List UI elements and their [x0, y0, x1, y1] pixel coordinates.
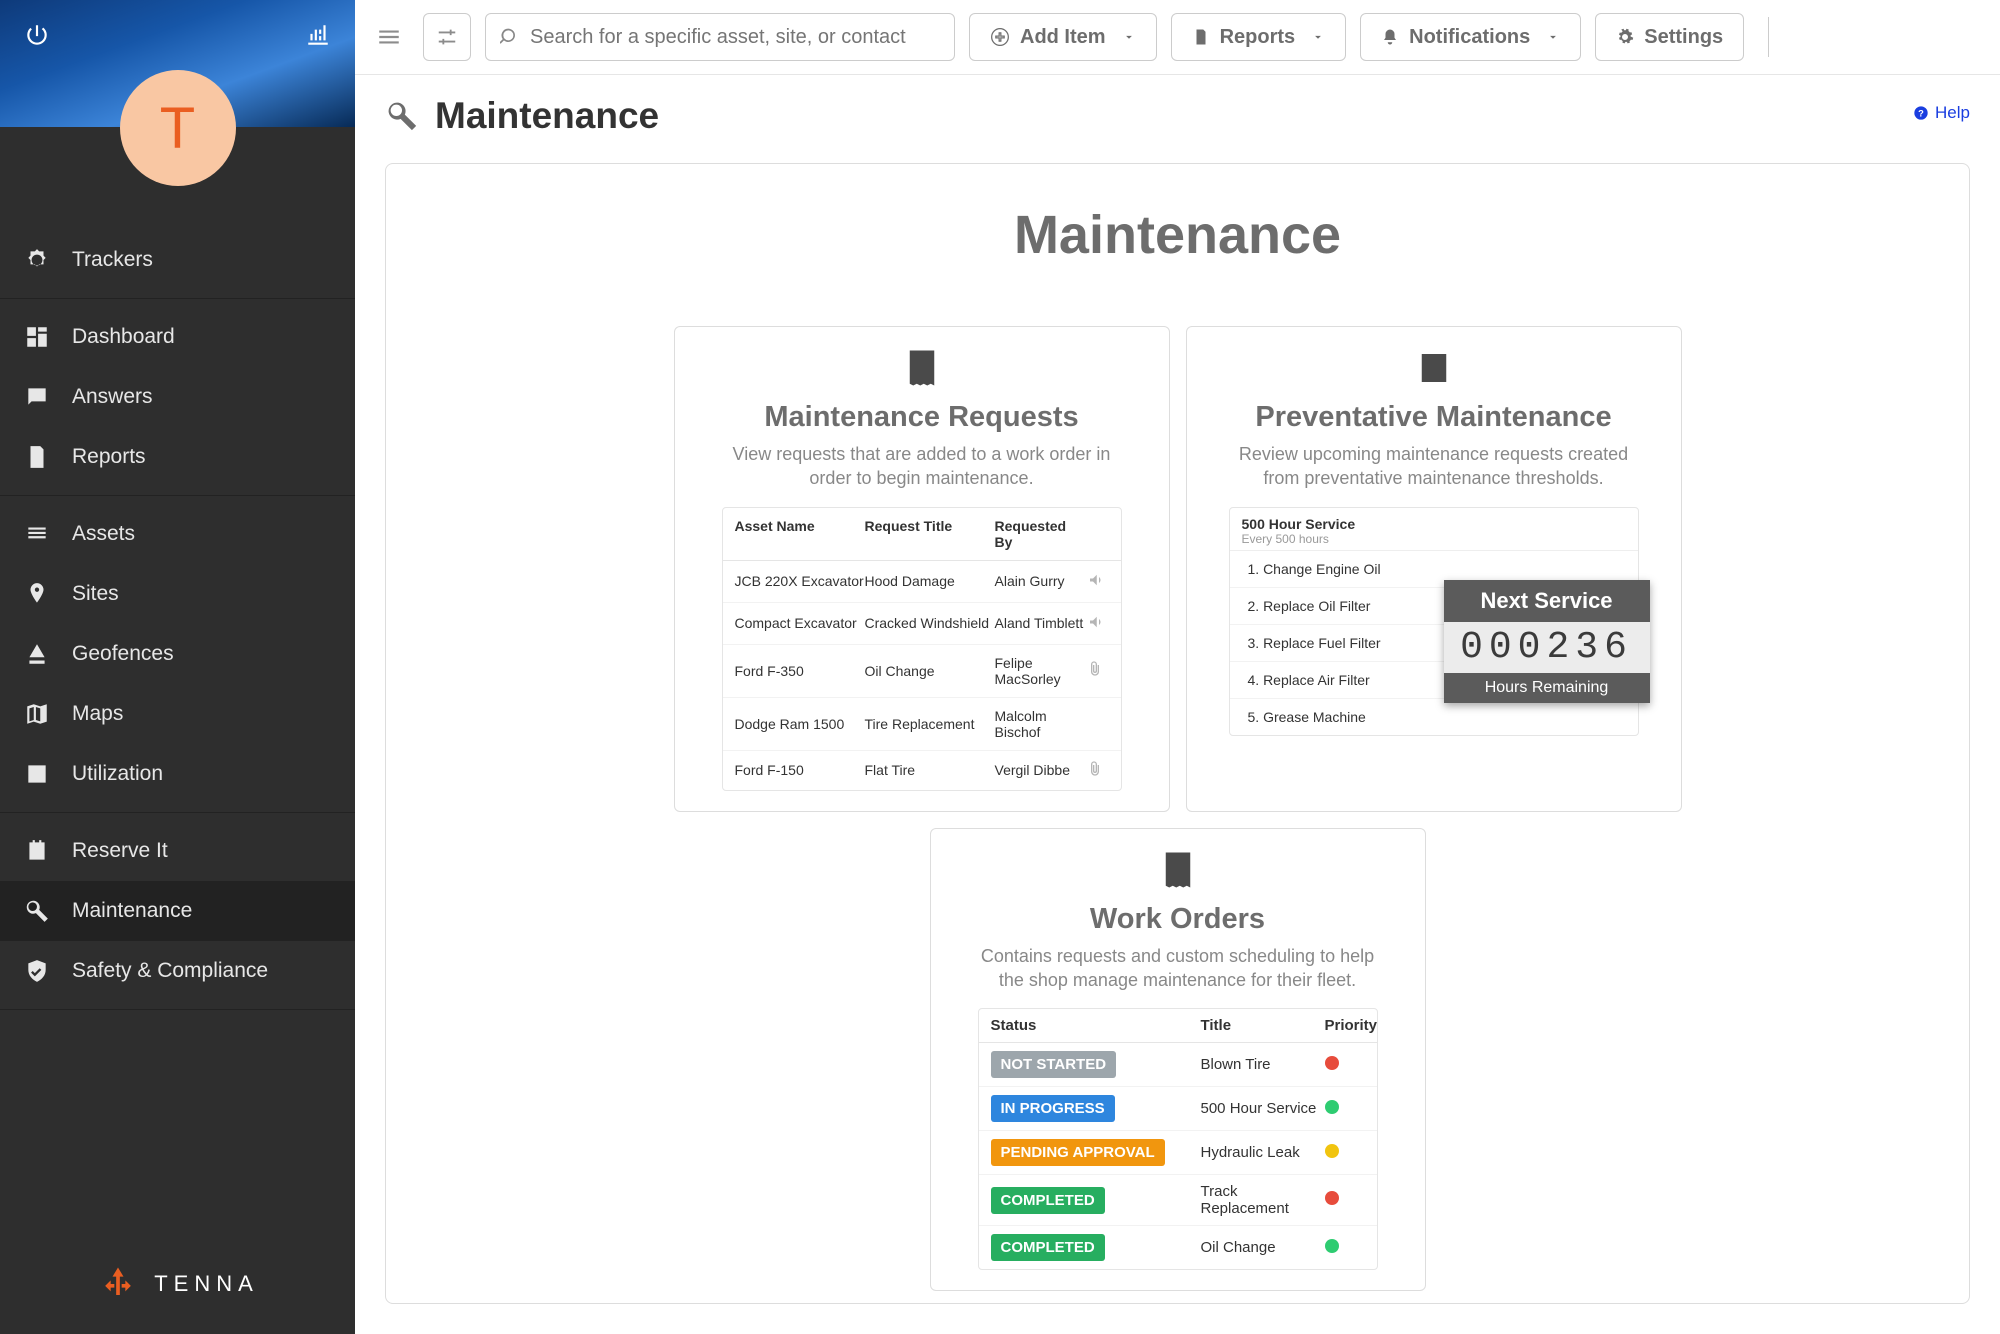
page-title-row: Maintenance ? Help — [355, 75, 2000, 157]
sidebar-item-maps[interactable]: Maps — [0, 684, 355, 744]
wrench-icon — [385, 99, 419, 133]
list-item: 5. Grease Machine — [1230, 699, 1638, 735]
reserve-icon — [24, 838, 50, 864]
notifications-button[interactable]: Notifications — [1360, 13, 1581, 61]
reports-button[interactable]: Reports — [1171, 13, 1347, 61]
maps-icon — [24, 701, 50, 727]
sites-icon — [24, 581, 50, 607]
tracker-icon — [24, 247, 50, 273]
avatar[interactable]: T — [120, 70, 236, 186]
card-maintenance-requests[interactable]: Maintenance Requests View requests that … — [674, 326, 1170, 812]
sidebar-item-geofences[interactable]: Geofences — [0, 624, 355, 684]
card-desc: View requests that are added to a work o… — [685, 442, 1159, 491]
logo-icon — [96, 1262, 140, 1306]
chevron-down-icon — [1311, 30, 1325, 44]
sidebar-item-reports[interactable]: Reports — [0, 427, 355, 487]
table-row[interactable]: Compact ExcavatorCracked WindshieldAland… — [723, 603, 1121, 645]
table-row[interactable]: IN PROGRESS500 Hour Service — [979, 1087, 1377, 1131]
settings-button[interactable]: Settings — [1595, 13, 1744, 61]
table-row[interactable]: Ford F-350Oil ChangeFelipe MacSorley — [723, 645, 1121, 698]
content: Maintenance Maintenance Requests View re… — [385, 163, 1970, 1304]
card-title: Maintenance Requests — [764, 401, 1078, 434]
page-title: Maintenance — [435, 95, 659, 137]
gear-icon — [1616, 28, 1634, 46]
table-row[interactable]: NOT STARTEDBlown Tire — [979, 1043, 1377, 1087]
calendar-check-icon — [1413, 347, 1455, 389]
sidebar-item-assets[interactable]: Assets — [0, 504, 355, 564]
card-title: Preventative Maintenance — [1255, 401, 1611, 434]
chevron-down-icon — [1546, 30, 1560, 44]
add-item-button[interactable]: Add Item — [969, 13, 1157, 61]
content-heading: Maintenance — [426, 204, 1929, 266]
card-title: Work Orders — [1090, 903, 1265, 936]
document-list-icon — [1157, 849, 1199, 891]
mr-table: Asset NameRequest TitleRequested By JCB … — [722, 507, 1122, 791]
card-work-orders[interactable]: Work Orders Contains requests and custom… — [930, 828, 1426, 1292]
sidebar-item-reserve-it[interactable]: Reserve It — [0, 821, 355, 881]
chevron-down-icon — [1122, 30, 1136, 44]
plus-circle-icon — [990, 27, 1010, 47]
table-row[interactable]: PENDING APPROVALHydraulic Leak — [979, 1131, 1377, 1175]
building-icon[interactable] — [305, 22, 331, 48]
maintenance-icon — [24, 898, 50, 924]
sidebar-item-sites[interactable]: Sites — [0, 564, 355, 624]
receipt-icon — [901, 347, 943, 389]
logo: TENNA — [0, 1262, 355, 1306]
topbar: Add Item Reports Notifications Settings — [355, 0, 2000, 75]
hamburger-button[interactable] — [369, 17, 409, 57]
table-row[interactable]: COMPLETEDTrack Replacement — [979, 1175, 1377, 1226]
table-row[interactable]: JCB 220X ExcavatorHood DamageAlain Gurry — [723, 561, 1121, 603]
next-service-badge: Next Service 000236 Hours Remaining — [1444, 580, 1650, 703]
sidebar: T Trackers Dashboard Answers Reports Ass… — [0, 0, 355, 1334]
geofences-icon — [24, 641, 50, 667]
help-link[interactable]: ? Help — [1913, 103, 1970, 123]
bell-icon — [1381, 28, 1399, 46]
card-preventative-maintenance[interactable]: Preventative Maintenance Review upcoming… — [1186, 326, 1682, 812]
sidebar-item-safety[interactable]: Safety & Compliance — [0, 941, 355, 1001]
pm-box: 500 Hour ServiceEvery 500 hours 1. Chang… — [1229, 507, 1639, 736]
power-icon[interactable] — [24, 22, 50, 48]
dashboard-icon — [24, 324, 50, 350]
card-desc: Contains requests and custom scheduling … — [941, 944, 1415, 993]
table-row[interactable]: Dodge Ram 1500Tire ReplacementMalcolm Bi… — [723, 698, 1121, 751]
top-divider — [1768, 17, 1769, 57]
table-row[interactable]: COMPLETEDOil Change — [979, 1226, 1377, 1269]
search-icon — [500, 27, 520, 47]
svg-text:?: ? — [1918, 108, 1924, 118]
sidebar-item-utilization[interactable]: Utilization — [0, 744, 355, 804]
search-input-wrap[interactable] — [485, 13, 955, 61]
utilization-icon — [24, 761, 50, 787]
sidebar-item-maintenance[interactable]: Maintenance — [0, 881, 355, 941]
sidebar-item-trackers[interactable]: Trackers — [0, 230, 355, 290]
table-row[interactable]: Ford F-150Flat TireVergil Dibbe — [723, 751, 1121, 790]
filter-button[interactable] — [423, 13, 471, 61]
reports-icon — [24, 444, 50, 470]
help-icon: ? — [1913, 105, 1929, 121]
wo-table: StatusTitlePriority NOT STARTEDBlown Tir… — [978, 1008, 1378, 1270]
document-icon — [1192, 28, 1210, 46]
sidebar-item-dashboard[interactable]: Dashboard — [0, 307, 355, 367]
sidebar-item-answers[interactable]: Answers — [0, 367, 355, 427]
safety-icon — [24, 958, 50, 984]
answers-icon — [24, 384, 50, 410]
assets-icon — [24, 521, 50, 547]
search-input[interactable] — [530, 26, 940, 49]
card-desc: Review upcoming maintenance requests cre… — [1197, 442, 1671, 491]
